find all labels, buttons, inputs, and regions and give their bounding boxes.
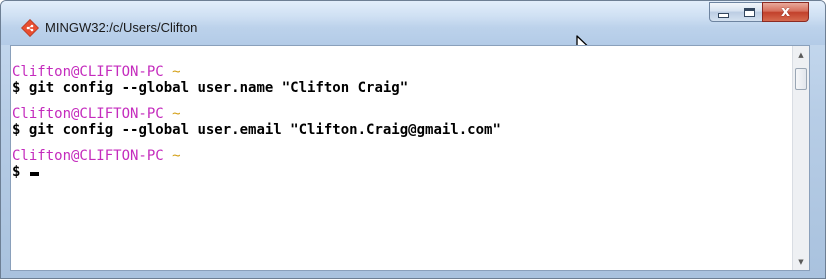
prompt-line: Clifton@CLIFTON-PC ~	[12, 148, 501, 164]
vertical-scrollbar[interactable]: ▲ ▼	[792, 46, 809, 270]
prompt-cwd: ~	[172, 64, 181, 80]
window-title: MINGW32:/c/Users/Clifton	[45, 20, 198, 35]
maximize-button[interactable]	[736, 2, 763, 22]
git-icon	[21, 19, 39, 37]
title-bar[interactable]: MINGW32:/c/Users/Clifton x	[1, 1, 825, 45]
scrollbar-thumb[interactable]	[795, 68, 807, 90]
command-text: git config --global user.name "Clifton C…	[28, 80, 409, 96]
command-text: git config --global user.email "Clifton.…	[28, 122, 501, 138]
command-line: $ git config --global user.email "Clifto…	[12, 122, 501, 138]
prompt-host: Clifton@CLIFTON-PC	[12, 64, 164, 80]
prompt-line: Clifton@CLIFTON-PC ~	[12, 64, 501, 80]
maximize-icon	[743, 7, 755, 17]
prompt-host: Clifton@CLIFTON-PC	[12, 106, 164, 122]
close-button[interactable]: x	[762, 2, 809, 22]
text-cursor	[29, 172, 39, 176]
prompt-symbol: $	[12, 164, 21, 180]
active-command-line[interactable]: $	[12, 164, 501, 180]
terminal-output[interactable]: Clifton@CLIFTON-PC ~ $ git config --glob…	[10, 45, 810, 271]
terminal-content: Clifton@CLIFTON-PC ~ $ git config --glob…	[12, 64, 501, 180]
prompt-line: Clifton@CLIFTON-PC ~	[12, 106, 501, 122]
prompt-cwd: ~	[172, 148, 181, 164]
prompt-cwd: ~	[172, 106, 181, 122]
prompt-symbol: $	[12, 80, 21, 96]
close-icon: x	[780, 4, 791, 20]
minimize-icon	[717, 12, 729, 18]
prompt-symbol: $	[12, 122, 21, 138]
prompt-host: Clifton@CLIFTON-PC	[12, 148, 164, 164]
terminal-window: MINGW32:/c/Users/Clifton x Clifton@CLIFT…	[0, 0, 826, 279]
scroll-down-icon[interactable]: ▼	[793, 253, 809, 270]
command-line: $ git config --global user.name "Clifton…	[12, 80, 501, 96]
scroll-up-icon[interactable]: ▲	[793, 46, 809, 63]
minimize-button[interactable]	[709, 2, 737, 22]
